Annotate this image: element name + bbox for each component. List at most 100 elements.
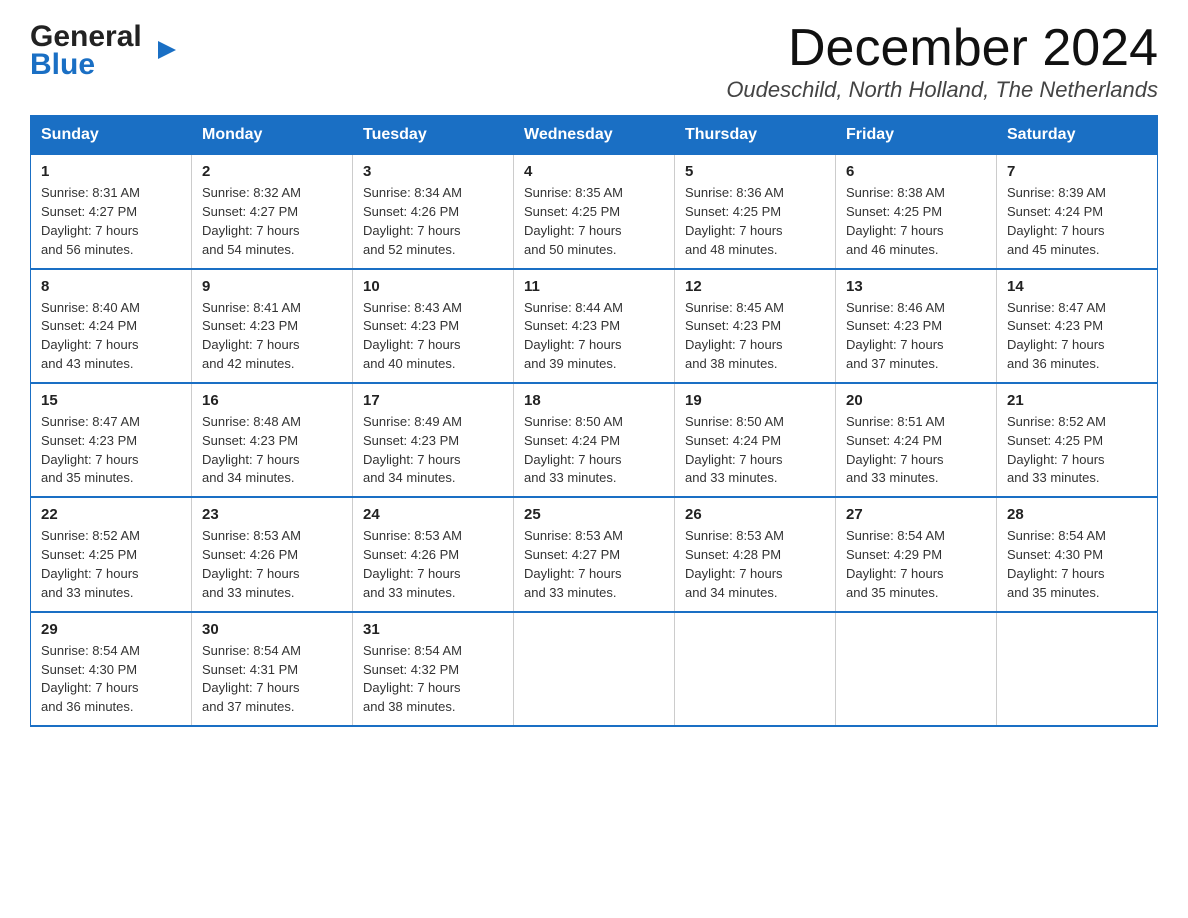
- day-info: Sunrise: 8:47 AMSunset: 4:23 PMDaylight:…: [1007, 299, 1147, 374]
- logo-blue: Blue: [30, 50, 95, 80]
- calendar-week-row: 15 Sunrise: 8:47 AMSunset: 4:23 PMDayligh…: [31, 383, 1158, 497]
- day-info: Sunrise: 8:38 AMSunset: 4:25 PMDaylight:…: [846, 184, 986, 259]
- day-info: Sunrise: 8:54 AMSunset: 4:32 PMDaylight:…: [363, 642, 503, 717]
- day-info: Sunrise: 8:31 AMSunset: 4:27 PMDaylight:…: [41, 184, 181, 259]
- day-number: 20: [846, 392, 986, 409]
- calendar-cell: 10 Sunrise: 8:43 AMSunset: 4:23 PMDayligh…: [353, 269, 514, 383]
- calendar-cell: 5Sunrise: 8:36 AMSunset: 4:25 PMDaylight…: [675, 155, 836, 269]
- calendar-week-row: 1 Sunrise: 8:31 AMSunset: 4:27 PMDaylight…: [31, 155, 1158, 269]
- calendar-cell: 2 Sunrise: 8:32 AMSunset: 4:27 PMDaylight…: [192, 155, 353, 269]
- day-info: Sunrise: 8:32 AMSunset: 4:27 PMDaylight:…: [202, 184, 342, 259]
- day-info: Sunrise: 8:43 AMSunset: 4:23 PMDaylight:…: [363, 299, 503, 374]
- day-info: Sunrise: 8:52 AMSunset: 4:25 PMDaylight:…: [1007, 413, 1147, 488]
- day-info: Sunrise: 8:34 AMSunset: 4:26 PMDaylight:…: [363, 184, 503, 259]
- weekday-header-monday: Monday: [192, 116, 353, 155]
- weekday-header-row: SundayMondayTuesdayWednesdayThursdayFrid…: [31, 116, 1158, 155]
- day-info: Sunrise: 8:52 AMSunset: 4:25 PMDaylight:…: [41, 527, 181, 602]
- day-number: 6: [846, 163, 986, 180]
- day-info: Sunrise: 8:53 AMSunset: 4:26 PMDaylight:…: [363, 527, 503, 602]
- calendar-cell: 21 Sunrise: 8:52 AMSunset: 4:25 PMDayligh…: [997, 383, 1158, 497]
- calendar-cell: 23 Sunrise: 8:53 AMSunset: 4:26 PMDayligh…: [192, 497, 353, 611]
- day-info: Sunrise: 8:50 AMSunset: 4:24 PMDaylight:…: [685, 413, 825, 488]
- day-number: 13: [846, 278, 986, 295]
- calendar-week-row: 8 Sunrise: 8:40 AMSunset: 4:24 PMDaylight…: [31, 269, 1158, 383]
- calendar-week-row: 22 Sunrise: 8:52 AMSunset: 4:25 PMDayligh…: [31, 497, 1158, 611]
- day-info: Sunrise: 8:54 AMSunset: 4:30 PMDaylight:…: [1007, 527, 1147, 602]
- page-header: General Blue December 2024 Oudeschild, N…: [30, 20, 1158, 103]
- calendar-cell: 4 Sunrise: 8:35 AMSunset: 4:25 PMDaylight…: [514, 155, 675, 269]
- calendar-cell: 8 Sunrise: 8:40 AMSunset: 4:24 PMDaylight…: [31, 269, 192, 383]
- day-info: Sunrise: 8:53 AMSunset: 4:28 PMDaylight:…: [685, 527, 825, 602]
- calendar-cell: 24 Sunrise: 8:53 AMSunset: 4:26 PMDayligh…: [353, 497, 514, 611]
- day-number: 11: [524, 278, 664, 295]
- calendar-cell: 22 Sunrise: 8:52 AMSunset: 4:25 PMDayligh…: [31, 497, 192, 611]
- calendar-cell: 14 Sunrise: 8:47 AMSunset: 4:23 PMDayligh…: [997, 269, 1158, 383]
- calendar-cell: 27 Sunrise: 8:54 AMSunset: 4:29 PMDayligh…: [836, 497, 997, 611]
- weekday-header-saturday: Saturday: [997, 116, 1158, 155]
- calendar-cell: 30 Sunrise: 8:54 AMSunset: 4:31 PMDayligh…: [192, 612, 353, 726]
- day-info: Sunrise: 8:41 AMSunset: 4:23 PMDaylight:…: [202, 299, 342, 374]
- day-number: 4: [524, 163, 664, 180]
- day-number: 31: [363, 621, 503, 638]
- calendar-cell: 19 Sunrise: 8:50 AMSunset: 4:24 PMDayligh…: [675, 383, 836, 497]
- calendar-cell: 6 Sunrise: 8:38 AMSunset: 4:25 PMDaylight…: [836, 155, 997, 269]
- calendar-cell: 13Sunrise: 8:46 AMSunset: 4:23 PMDayligh…: [836, 269, 997, 383]
- day-info: Sunrise: 8:47 AMSunset: 4:23 PMDaylight:…: [41, 413, 181, 488]
- day-info: Sunrise: 8:54 AMSunset: 4:31 PMDaylight:…: [202, 642, 342, 717]
- location-title: Oudeschild, North Holland, The Netherlan…: [726, 77, 1158, 103]
- day-number: 8: [41, 278, 181, 295]
- day-number: 21: [1007, 392, 1147, 409]
- day-number: 7: [1007, 163, 1147, 180]
- day-number: 23: [202, 506, 342, 523]
- calendar-table: SundayMondayTuesdayWednesdayThursdayFrid…: [30, 115, 1158, 727]
- day-info: Sunrise: 8:40 AMSunset: 4:24 PMDaylight:…: [41, 299, 181, 374]
- calendar-cell: 17Sunrise: 8:49 AMSunset: 4:23 PMDayligh…: [353, 383, 514, 497]
- day-number: 24: [363, 506, 503, 523]
- calendar-cell: 28 Sunrise: 8:54 AMSunset: 4:30 PMDayligh…: [997, 497, 1158, 611]
- day-number: 30: [202, 621, 342, 638]
- weekday-header-wednesday: Wednesday: [514, 116, 675, 155]
- weekday-header-thursday: Thursday: [675, 116, 836, 155]
- day-number: 17: [363, 392, 503, 409]
- calendar-cell: [997, 612, 1158, 726]
- month-title: December 2024: [726, 20, 1158, 77]
- day-number: 3: [363, 163, 503, 180]
- day-info: Sunrise: 8:51 AMSunset: 4:24 PMDaylight:…: [846, 413, 986, 488]
- day-number: 18: [524, 392, 664, 409]
- day-info: Sunrise: 8:35 AMSunset: 4:25 PMDaylight:…: [524, 184, 664, 259]
- day-number: 1: [41, 163, 181, 180]
- calendar-cell: [514, 612, 675, 726]
- day-number: 14: [1007, 278, 1147, 295]
- day-info: Sunrise: 8:50 AMSunset: 4:24 PMDaylight:…: [524, 413, 664, 488]
- calendar-cell: [836, 612, 997, 726]
- day-info: Sunrise: 8:53 AMSunset: 4:27 PMDaylight:…: [524, 527, 664, 602]
- calendar-cell: 11 Sunrise: 8:44 AMSunset: 4:23 PMDayligh…: [514, 269, 675, 383]
- day-number: 27: [846, 506, 986, 523]
- calendar-cell: 18 Sunrise: 8:50 AMSunset: 4:24 PMDayligh…: [514, 383, 675, 497]
- day-info: Sunrise: 8:44 AMSunset: 4:23 PMDaylight:…: [524, 299, 664, 374]
- day-number: 28: [1007, 506, 1147, 523]
- calendar-cell: 7Sunrise: 8:39 AMSunset: 4:24 PMDaylight…: [997, 155, 1158, 269]
- calendar-cell: 16Sunrise: 8:48 AMSunset: 4:23 PMDayligh…: [192, 383, 353, 497]
- day-info: Sunrise: 8:54 AMSunset: 4:30 PMDaylight:…: [41, 642, 181, 717]
- calendar-cell: 31 Sunrise: 8:54 AMSunset: 4:32 PMDayligh…: [353, 612, 514, 726]
- calendar-cell: 3 Sunrise: 8:34 AMSunset: 4:26 PMDaylight…: [353, 155, 514, 269]
- day-info: Sunrise: 8:53 AMSunset: 4:26 PMDaylight:…: [202, 527, 342, 602]
- day-number: 15: [41, 392, 181, 409]
- day-number: 10: [363, 278, 503, 295]
- calendar-cell: 15 Sunrise: 8:47 AMSunset: 4:23 PMDayligh…: [31, 383, 192, 497]
- calendar-cell: 20 Sunrise: 8:51 AMSunset: 4:24 PMDayligh…: [836, 383, 997, 497]
- day-info: Sunrise: 8:54 AMSunset: 4:29 PMDaylight:…: [846, 527, 986, 602]
- calendar-cell: 25Sunrise: 8:53 AMSunset: 4:27 PMDayligh…: [514, 497, 675, 611]
- day-number: 16: [202, 392, 342, 409]
- day-info: Sunrise: 8:45 AMSunset: 4:23 PMDaylight:…: [685, 299, 825, 374]
- calendar-cell: 9Sunrise: 8:41 AMSunset: 4:23 PMDaylight…: [192, 269, 353, 383]
- logo: General Blue: [30, 20, 156, 80]
- calendar-cell: 26Sunrise: 8:53 AMSunset: 4:28 PMDayligh…: [675, 497, 836, 611]
- calendar-cell: 12Sunrise: 8:45 AMSunset: 4:23 PMDayligh…: [675, 269, 836, 383]
- day-number: 5: [685, 163, 825, 180]
- day-number: 2: [202, 163, 342, 180]
- calendar-cell: 1 Sunrise: 8:31 AMSunset: 4:27 PMDaylight…: [31, 155, 192, 269]
- day-number: 22: [41, 506, 181, 523]
- day-number: 19: [685, 392, 825, 409]
